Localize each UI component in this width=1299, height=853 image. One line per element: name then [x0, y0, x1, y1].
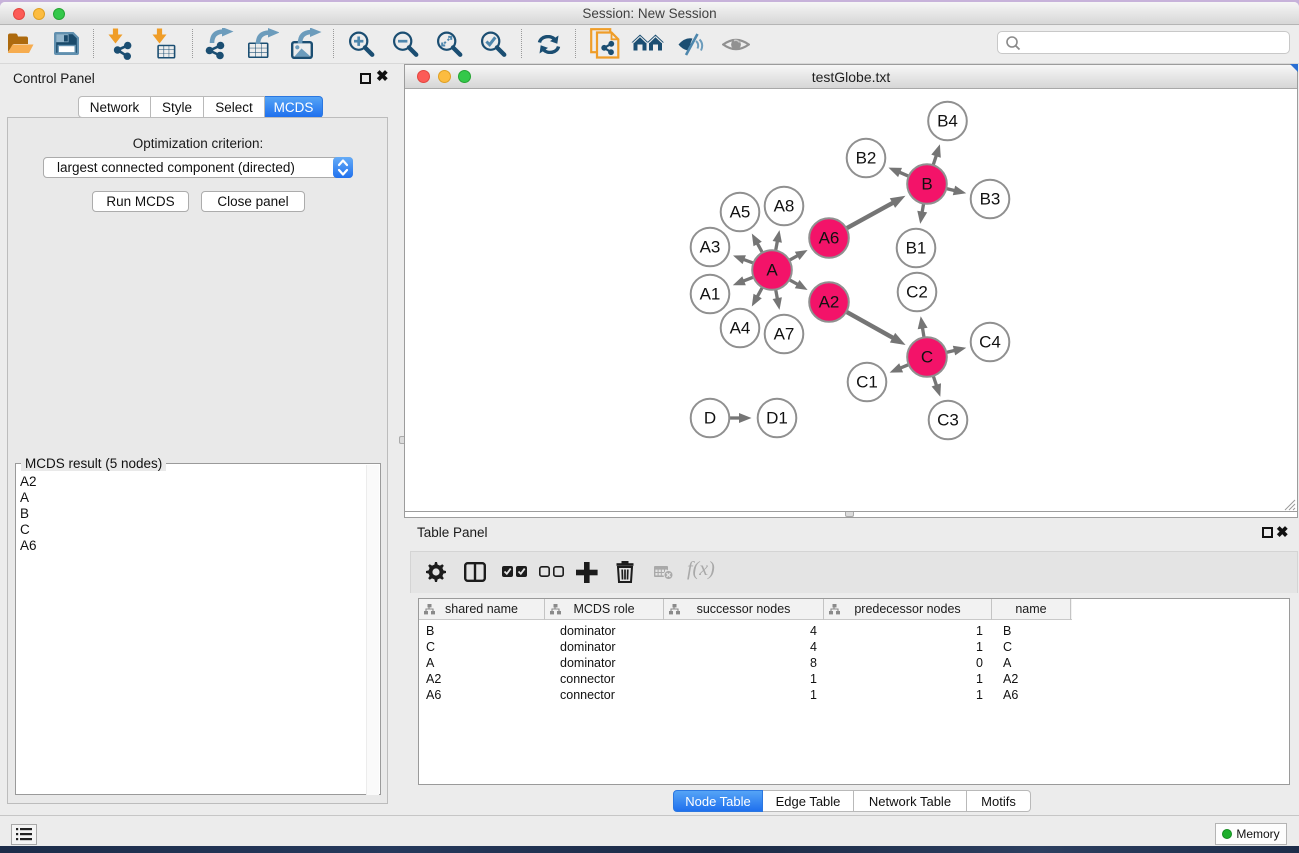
svg-text:A6: A6	[819, 229, 840, 248]
svg-text:B1: B1	[906, 239, 927, 258]
svg-text:C: C	[921, 348, 933, 367]
svg-text:B2: B2	[856, 149, 877, 168]
svg-text:A4: A4	[730, 319, 751, 338]
svg-text:A1: A1	[700, 285, 721, 304]
svg-text:C3: C3	[937, 411, 959, 430]
svg-text:D1: D1	[766, 409, 788, 428]
svg-text:C1: C1	[856, 373, 878, 392]
svg-text:B3: B3	[980, 190, 1001, 209]
svg-text:C2: C2	[906, 283, 928, 302]
svg-text:A7: A7	[774, 325, 795, 344]
svg-text:A8: A8	[774, 197, 795, 216]
svg-text:A3: A3	[700, 238, 721, 257]
svg-text:C4: C4	[979, 333, 1001, 352]
svg-text:A: A	[766, 261, 778, 280]
svg-text:A2: A2	[819, 293, 840, 312]
svg-text:A5: A5	[730, 203, 751, 222]
svg-text:D: D	[704, 409, 716, 428]
svg-text:B4: B4	[937, 112, 958, 131]
svg-text:B: B	[921, 175, 932, 194]
